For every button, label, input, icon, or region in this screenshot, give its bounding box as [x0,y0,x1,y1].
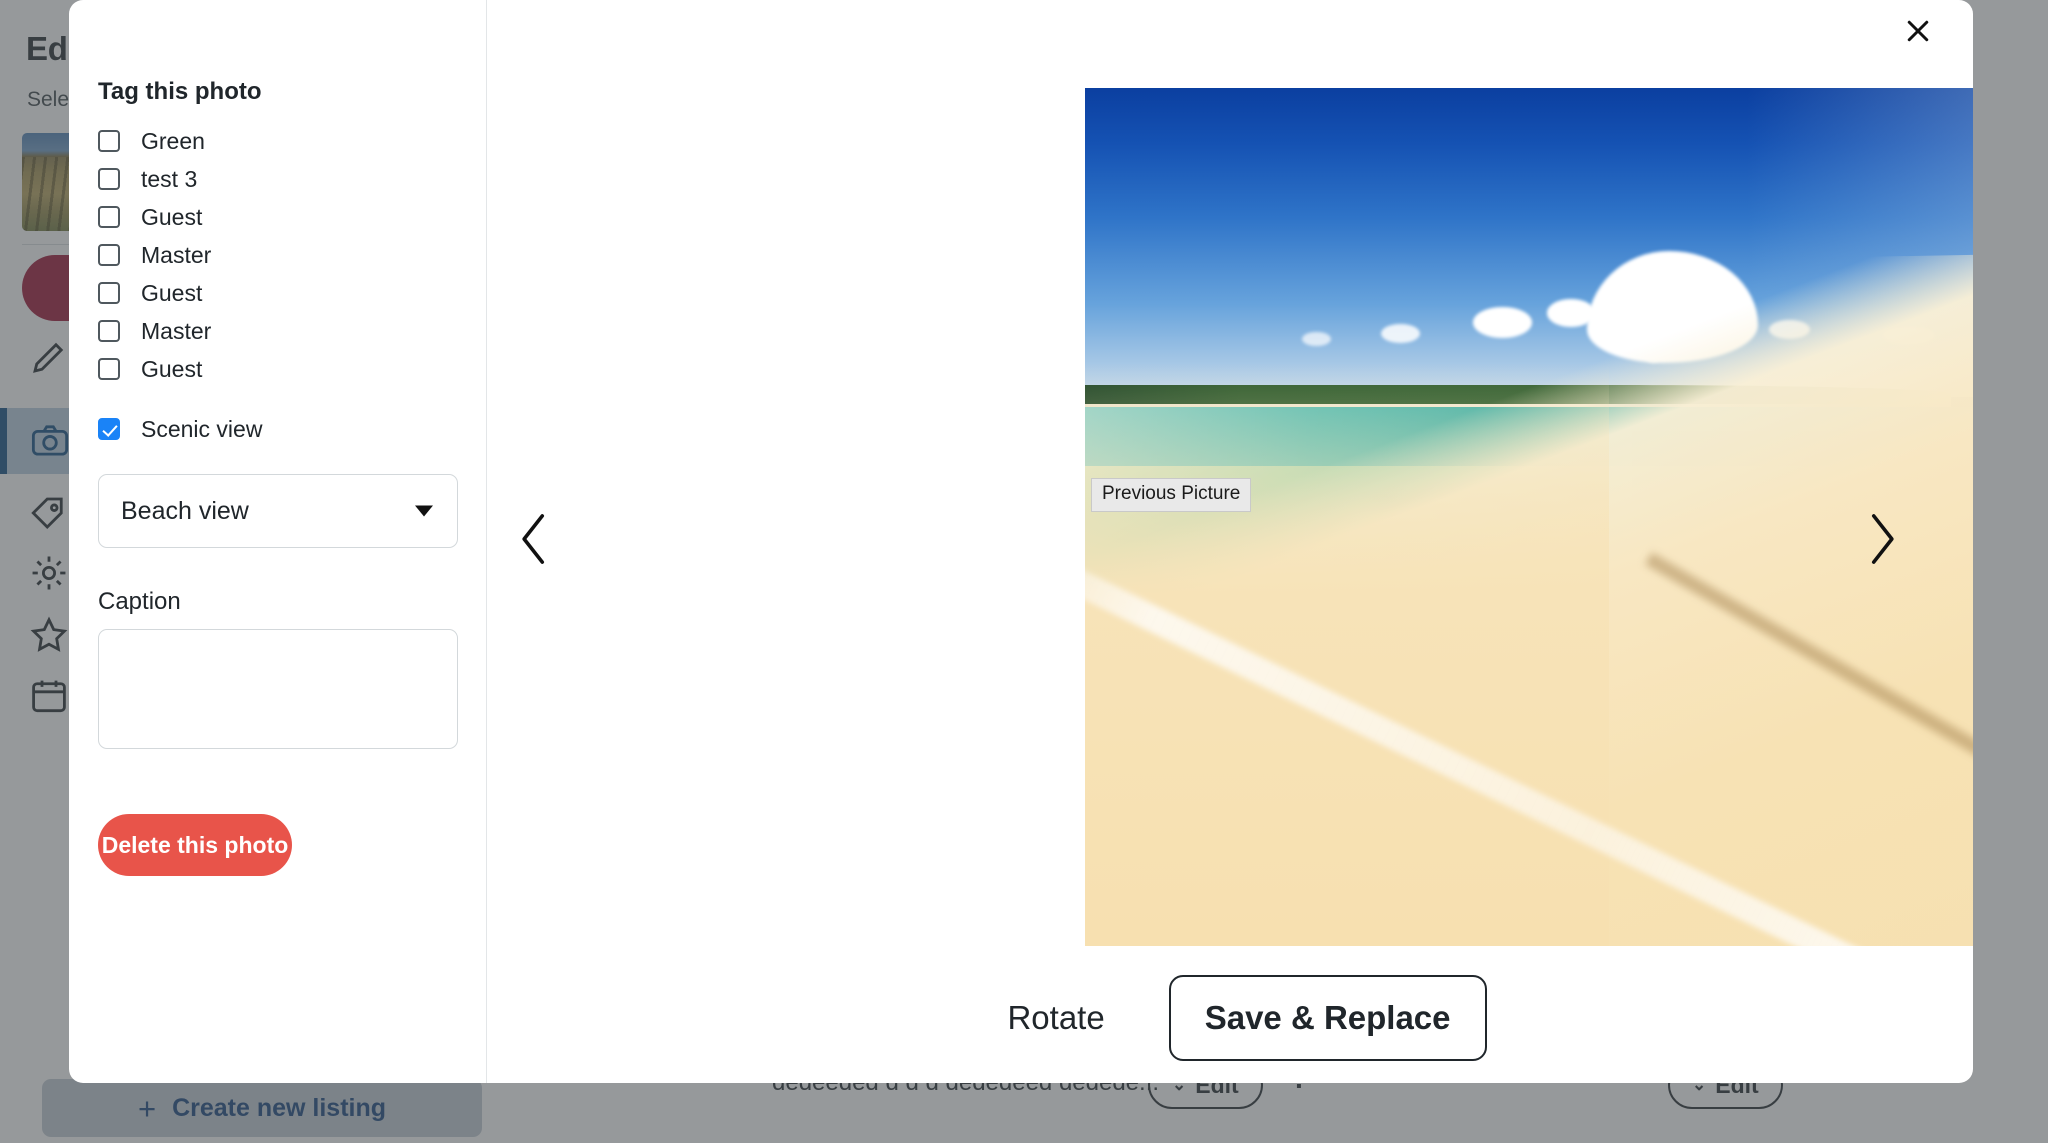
checkbox-label: Master [141,317,212,344]
checkbox-row[interactable]: Guest [98,274,486,312]
checkbox-tag[interactable] [98,206,120,228]
checkbox-label: Master [141,241,212,268]
checkbox-row[interactable]: Guest [98,198,486,236]
previous-picture-tooltip: Previous Picture [1091,478,1252,512]
chevron-down-icon [415,505,433,517]
checkbox-row-scenic-view[interactable]: Scenic view [98,410,486,448]
checkbox-tag[interactable] [98,282,120,304]
checkbox-tag[interactable] [98,130,120,152]
sand-beach-left [1085,362,1610,946]
caption-label: Caption [98,588,181,615]
viewer-action-bar: Rotate Save & Replace [487,975,1973,1061]
close-modal-button[interactable] [1895,10,1941,56]
chevron-right-icon [1862,511,1902,572]
checkbox-tag[interactable] [98,320,120,342]
checkbox-row[interactable]: Master [98,236,486,274]
checkbox-label: Green [141,127,205,154]
photo-image[interactable] [1085,88,1973,946]
checkbox-row[interactable]: test 3 [98,160,486,198]
checkbox-label: Guest [141,355,203,382]
close-icon [1903,16,1933,51]
checkbox-tag[interactable] [98,168,120,190]
tag-panel-heading: Tag this photo [98,78,262,105]
checkbox-row[interactable]: Guest [98,350,486,388]
checkbox-scenic-view[interactable] [98,418,120,440]
checkbox-label-scenic-view: Scenic view [141,415,263,442]
save-and-replace-button[interactable]: Save & Replace [1168,975,1487,1061]
checkbox-row[interactable]: Green [98,122,486,160]
view-type-select-value[interactable]: Beach view [98,474,458,548]
checkbox-label: Guest [141,279,203,306]
photo-editor-modal: Tag this photo Green test 3 Guest Master Gue… [69,0,1973,1083]
tag-photo-panel: Tag this photo Green test 3 Guest Master Gue… [69,0,487,1083]
checkbox-label: test 3 [141,165,198,192]
checkbox-tag[interactable] [98,244,120,266]
checkbox-tag[interactable] [98,358,120,380]
caption-input[interactable] [98,629,458,749]
chevron-left-icon [514,511,554,572]
tag-checkbox-list: Green test 3 Guest Master Guest Master Guest [98,122,486,388]
photo-viewer: Previous Picture Rotate Save & Replace [487,0,1973,1083]
view-type-select[interactable]: Beach view [98,474,458,548]
checkbox-row[interactable]: Master [98,312,486,350]
rotate-button[interactable]: Rotate [973,999,1138,1037]
checkbox-label: Guest [141,203,203,230]
delete-photo-button[interactable]: Delete this photo [98,814,292,876]
previous-picture-button[interactable] [503,511,565,573]
next-picture-button[interactable] [1851,511,1913,573]
